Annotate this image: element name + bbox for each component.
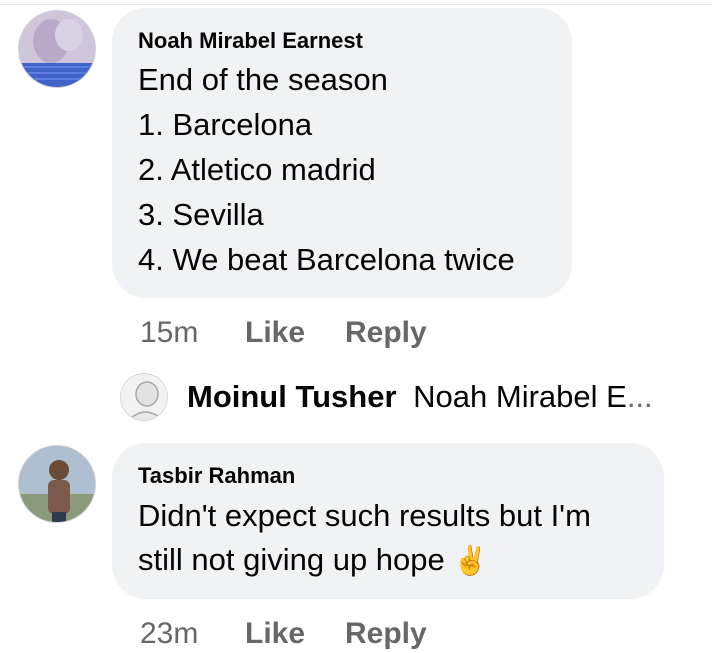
reply-author: Moinul Tusher bbox=[187, 379, 397, 414]
victory-hand-emoji: ✌️ bbox=[453, 545, 489, 576]
comment-text-line: 1. Barcelona bbox=[138, 107, 313, 142]
comment-timestamp[interactable]: 15m bbox=[140, 316, 198, 350]
profile-photo-knit-icon bbox=[19, 11, 95, 87]
reply-avatar[interactable] bbox=[120, 373, 168, 421]
avatar[interactable] bbox=[18, 10, 96, 88]
top-divider bbox=[0, 4, 712, 5]
reply-text: Noah Mirabel E bbox=[413, 379, 627, 414]
comment-text-line: Didn't expect such results but I'm bbox=[138, 498, 591, 533]
comment-text-line: End of the season bbox=[138, 62, 388, 97]
comment-text-line: still not giving up hope ✌️ bbox=[138, 542, 488, 578]
comment-timestamp[interactable]: 23m bbox=[140, 617, 198, 651]
comment-text-line: 2. Atletico madrid bbox=[138, 152, 376, 187]
profile-photo-person-icon bbox=[19, 446, 95, 522]
comment-text-line: 4. We beat Barcelona twice bbox=[138, 242, 515, 277]
reply-preview[interactable]: Moinul Tusher Noah Mirabel E... bbox=[187, 379, 653, 415]
reply-button[interactable]: Reply bbox=[345, 617, 427, 651]
profile-photo-sketch-icon bbox=[121, 374, 167, 420]
comment-author[interactable]: Tasbir Rahman bbox=[138, 463, 295, 489]
comment-author[interactable]: Noah Mirabel Earnest bbox=[138, 28, 363, 54]
reply-button[interactable]: Reply bbox=[345, 316, 427, 350]
like-button[interactable]: Like bbox=[245, 316, 305, 350]
comment-text: still not giving up hope bbox=[138, 542, 445, 577]
comment-text-line: 3. Sevilla bbox=[138, 197, 264, 232]
reply-ellipsis: ... bbox=[626, 379, 653, 414]
like-button[interactable]: Like bbox=[245, 617, 305, 651]
avatar[interactable] bbox=[18, 445, 96, 523]
